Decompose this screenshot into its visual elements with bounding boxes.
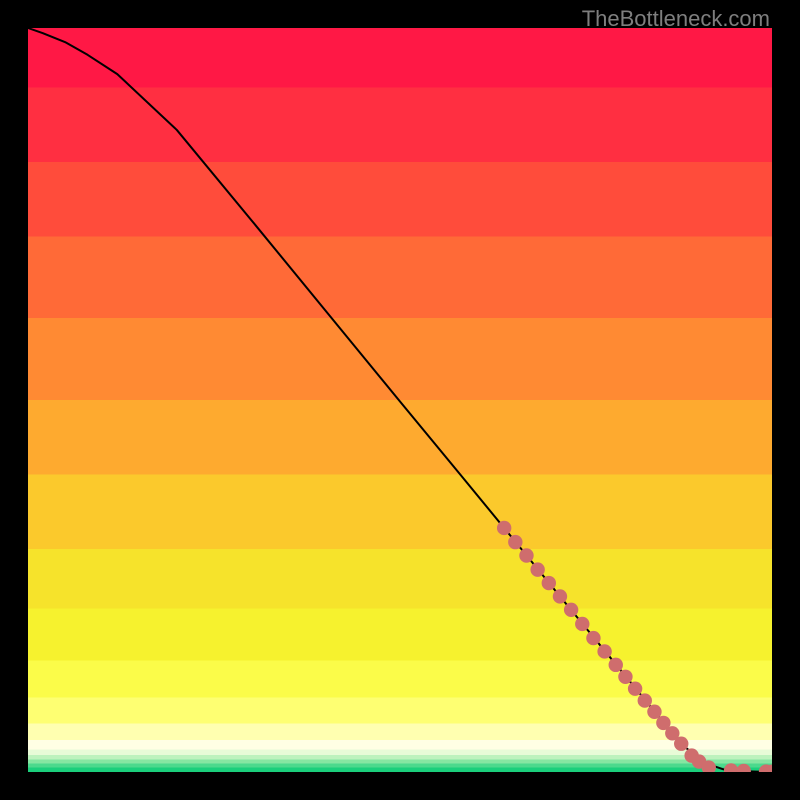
data-dot	[564, 603, 578, 617]
data-dot	[597, 644, 611, 658]
data-dot	[628, 681, 642, 695]
plot-area	[28, 28, 772, 772]
data-dot	[724, 763, 738, 772]
data-dot	[530, 562, 544, 576]
data-dot	[638, 693, 652, 707]
data-dot	[618, 670, 632, 684]
data-dot	[737, 764, 751, 772]
data-dot	[575, 617, 589, 631]
chart-overlay	[28, 28, 772, 772]
data-dot	[497, 521, 511, 535]
data-dot	[674, 737, 688, 751]
data-dot	[609, 658, 623, 672]
data-dot	[553, 589, 567, 603]
data-dot	[542, 576, 556, 590]
data-dot	[508, 535, 522, 549]
data-dot	[519, 548, 533, 562]
chart-stage: TheBottleneck.com	[0, 0, 800, 800]
data-dot	[647, 705, 661, 719]
bottleneck-curve	[28, 28, 772, 772]
watermark-text: TheBottleneck.com	[582, 6, 770, 32]
data-dot	[586, 631, 600, 645]
